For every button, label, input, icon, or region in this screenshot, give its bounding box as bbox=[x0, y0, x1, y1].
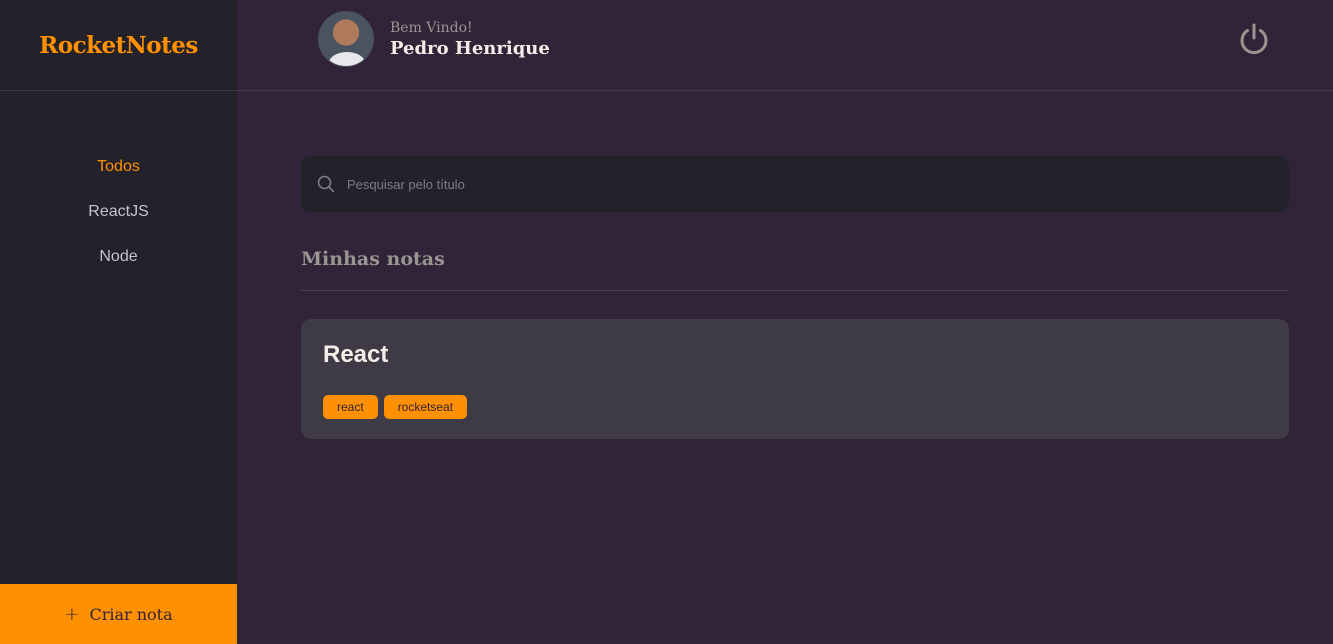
brand-area: RocketNotes bbox=[0, 0, 237, 91]
sidebar-item-node[interactable]: Node bbox=[0, 244, 237, 289]
note-tags: react rocketseat bbox=[323, 395, 1267, 419]
create-note-label: Criar nota bbox=[89, 604, 173, 624]
section-title: Minhas notas bbox=[301, 248, 1289, 291]
tag-menu: Todos ReactJS Node bbox=[0, 154, 237, 289]
logout-button[interactable] bbox=[1237, 22, 1271, 56]
tag-react: react bbox=[323, 395, 378, 419]
user-profile[interactable]: Bem Vindo! Pedro Henrique bbox=[318, 11, 550, 67]
header: Bem Vindo! Pedro Henrique bbox=[237, 0, 1333, 91]
app-logo[interactable]: RocketNotes bbox=[39, 32, 198, 59]
sidebar: RocketNotes Todos ReactJS Node + Criar n… bbox=[0, 0, 237, 644]
note-title: React bbox=[323, 341, 389, 368]
sidebar-item-todos[interactable]: Todos bbox=[0, 154, 237, 199]
search-icon bbox=[317, 175, 335, 193]
power-icon bbox=[1240, 23, 1268, 55]
welcome-text: Bem Vindo! bbox=[390, 19, 473, 36]
note-card[interactable]: React react rocketseat bbox=[301, 319, 1289, 439]
sidebar-item-reactjs[interactable]: ReactJS bbox=[0, 199, 237, 244]
avatar[interactable] bbox=[318, 11, 374, 67]
create-note-button[interactable]: + Criar nota bbox=[0, 584, 237, 644]
search-bar[interactable] bbox=[301, 156, 1289, 212]
tag-rocketseat: rocketseat bbox=[383, 395, 468, 419]
plus-icon: + bbox=[64, 603, 80, 625]
user-name: Pedro Henrique bbox=[390, 37, 550, 59]
profile-text: Bem Vindo! Pedro Henrique bbox=[390, 20, 550, 59]
search-input[interactable] bbox=[347, 176, 1247, 192]
